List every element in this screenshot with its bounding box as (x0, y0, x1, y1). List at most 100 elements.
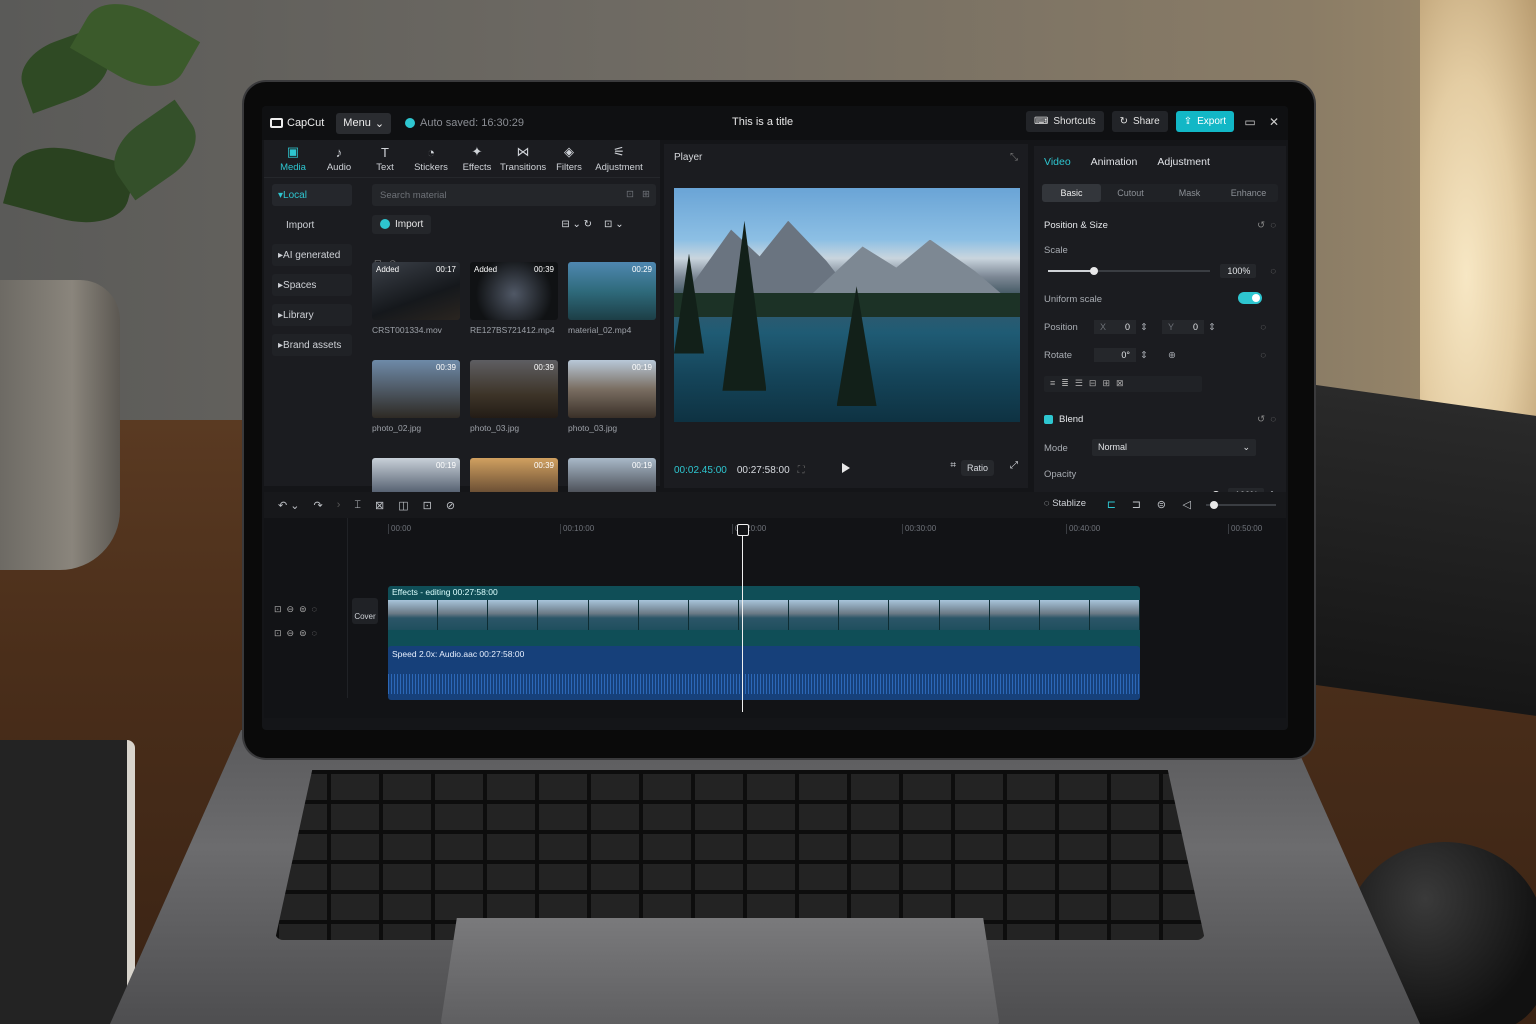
split-icon[interactable]: › (337, 499, 341, 511)
video-clip[interactable]: Effects - editing 00:27:58:00 (388, 586, 1141, 654)
reset-icon[interactable]: ◌ (1270, 266, 1276, 277)
delete-icon[interactable]: ⊠ (375, 499, 384, 512)
video-preview[interactable] (674, 188, 1020, 422)
zoom-slider[interactable] (1206, 501, 1276, 509)
title-bar: CapCut Menu ⌄ Auto saved: 16:30:29 This … (262, 106, 1288, 140)
align-bottom-icon[interactable]: ⊠ (1116, 378, 1124, 390)
tab-text[interactable]: T Text (362, 145, 408, 177)
file-name: RE127BS721412.mp4 (470, 325, 555, 335)
align-left-icon[interactable]: ≡ (1050, 378, 1055, 390)
crop-icon[interactable]: ⌗ (950, 460, 956, 471)
stepper-icon[interactable]: ⇕ (1140, 350, 1148, 361)
desk-scene: CapCut Menu ⌄ Auto saved: 16:30:29 This … (0, 0, 1536, 1024)
subtab-mask[interactable]: Mask (1160, 184, 1219, 202)
export-button[interactable]: ⇪ Export (1175, 111, 1234, 132)
list-item[interactable]: Added 00:17 CRST001334.mov (372, 262, 460, 350)
trim-icon[interactable]: ⌶ (354, 499, 361, 512)
sidebar-item-import[interactable]: Import (272, 214, 352, 236)
menu-button[interactable]: Menu ⌄ (336, 112, 392, 134)
tab-adjustment[interactable]: ⚟ Adjustment (592, 144, 646, 177)
maximize-icon[interactable]: ▭ (1242, 114, 1258, 130)
track-controls-audio[interactable]: ⊡ ⊖ ⊜ ◌ (274, 628, 317, 639)
shortcuts-button[interactable]: ⌨ Shortcuts (1025, 111, 1104, 132)
tab-video[interactable]: Video (1044, 156, 1071, 168)
playhead[interactable] (737, 524, 749, 712)
stabilize-button[interactable]: ◌ Stablize (1044, 498, 1086, 509)
sidebar-item-ai-generated[interactable]: ▸ AI generated (272, 244, 352, 266)
audio-icon[interactable]: ◁ (1183, 498, 1191, 511)
tab-adjustment-inspector[interactable]: Adjustment (1157, 156, 1210, 168)
reset-icon[interactable]: ↺ ◌ (1257, 220, 1276, 231)
sort-icon[interactable]: ⊟ ⌄ ↻ (561, 219, 592, 230)
expand-icon[interactable]: ⤡ (1010, 152, 1018, 163)
filter-icon[interactable]: ⊡ (626, 189, 634, 200)
position-y-input[interactable]: Y0 (1161, 320, 1204, 334)
rotate-row: Rotate 0° ⇕ ⊕ ◌ (1044, 348, 1276, 362)
align-right-icon[interactable]: ☰ (1075, 378, 1083, 390)
blend-mode-select[interactable]: Normal ⌄ (1092, 439, 1256, 456)
tab-filters[interactable]: ◈ Filters (546, 144, 592, 177)
align-top-icon[interactable]: ⊟ (1089, 378, 1097, 390)
subtab-basic[interactable]: Basic (1042, 184, 1101, 202)
fullscreen-icon[interactable]: ⤢ (1010, 460, 1018, 471)
added-badge: Added (474, 265, 498, 274)
capcut-logo-icon (270, 118, 283, 128)
stepper-icon[interactable]: ⇕ (1208, 322, 1216, 333)
tab-animation[interactable]: Animation (1091, 156, 1138, 168)
sidebar-item-library[interactable]: ▸ Library (272, 304, 352, 326)
magnet-icon[interactable]: ⊏ (1107, 498, 1116, 511)
tab-effects[interactable]: ✦ Effects (454, 144, 500, 177)
subtab-cutout[interactable]: Cutout (1101, 184, 1160, 202)
rotate-dial-icon[interactable]: ⊕ (1168, 350, 1176, 361)
ratio-button[interactable]: Ratio (960, 460, 994, 476)
link-icon[interactable]: ⊐ (1132, 498, 1141, 511)
stepper-icon[interactable]: ⇕ (1140, 322, 1148, 333)
book-stack (1310, 384, 1536, 716)
time-ruler[interactable]: 00:00 00:10:00 00:20:00 00:30:00 00:40:0… (354, 518, 1286, 538)
list-item[interactable]: 00:19 photo_03.jpg (568, 360, 656, 448)
preview-axis-icon[interactable]: ⊜ (1157, 498, 1166, 511)
play-icon[interactable] (842, 463, 850, 473)
scale-value[interactable]: 100% (1220, 264, 1257, 278)
import-button[interactable]: Import (372, 214, 432, 234)
slider-knob[interactable] (1090, 267, 1099, 275)
track-controls-video[interactable]: ⊡ ⊖ ⊜ ◌ (274, 604, 317, 615)
scale-slider[interactable] (1048, 267, 1211, 275)
cover-button[interactable]: Cover (352, 598, 378, 624)
redo-icon[interactable]: ↷ (314, 499, 323, 512)
sidebar-item-brand-assets[interactable]: ▸ Brand assets (272, 334, 352, 356)
search-input[interactable]: Search material ⊡ ⊞ (372, 184, 656, 206)
sidebar-item-local[interactable]: ▾ Local (272, 184, 352, 206)
tab-transitions[interactable]: ⋈ Transitions (500, 144, 546, 177)
list-item[interactable]: 00:39 photo_02.jpg (372, 360, 460, 448)
checkbox-icon[interactable] (1044, 415, 1053, 424)
undo-icon[interactable]: ↶ ⌄ (278, 499, 300, 512)
crop-icon[interactable]: ⊡ (423, 499, 432, 512)
freeze-icon[interactable]: ◫ (398, 499, 408, 512)
list-item[interactable]: 00:39 photo_03.jpg (470, 360, 558, 448)
align-middle-icon[interactable]: ⊞ (1102, 378, 1110, 390)
view-toggle-icon[interactable]: ⊡ ⌄ (604, 219, 624, 230)
align-center-icon[interactable]: ≣ (1061, 378, 1069, 390)
close-icon[interactable]: ✕ (1266, 114, 1282, 130)
share-button[interactable]: ↻ Share (1111, 111, 1168, 132)
rotate-input[interactable]: 0° (1094, 348, 1136, 362)
reset-icon[interactable]: ◌ (1260, 350, 1266, 361)
mirror-icon[interactable]: ⊘ (446, 499, 455, 512)
list-item[interactable]: 00:29 material_02.mp4 (568, 262, 656, 350)
audio-clip[interactable]: Speed 2.0x: Audio.aac 00:27:58:00 (388, 646, 1140, 700)
tab-stickers[interactable]: ◔ Stickers (408, 145, 454, 177)
list-item[interactable]: Added 00:39 RE127BS721412.mp4 (470, 262, 558, 350)
project-title[interactable]: This is a title (732, 116, 793, 128)
tab-audio[interactable]: ♪ Audio (316, 145, 362, 177)
reset-icon[interactable]: ↺ ◌ (1257, 414, 1276, 425)
reset-icon[interactable]: ◌ (1260, 322, 1266, 333)
uniform-scale-toggle[interactable] (1238, 292, 1262, 304)
tab-media[interactable]: ▣ Media (270, 144, 316, 177)
slider-knob[interactable] (1210, 501, 1218, 509)
fullscreen-icon[interactable]: ⛶ (798, 465, 805, 476)
grid-view-icon[interactable]: ⊞ (642, 189, 650, 200)
position-x-input[interactable]: X0 (1094, 320, 1136, 334)
subtab-enhance[interactable]: Enhance (1219, 184, 1278, 202)
sidebar-item-spaces[interactable]: ▸ Spaces (272, 274, 352, 296)
